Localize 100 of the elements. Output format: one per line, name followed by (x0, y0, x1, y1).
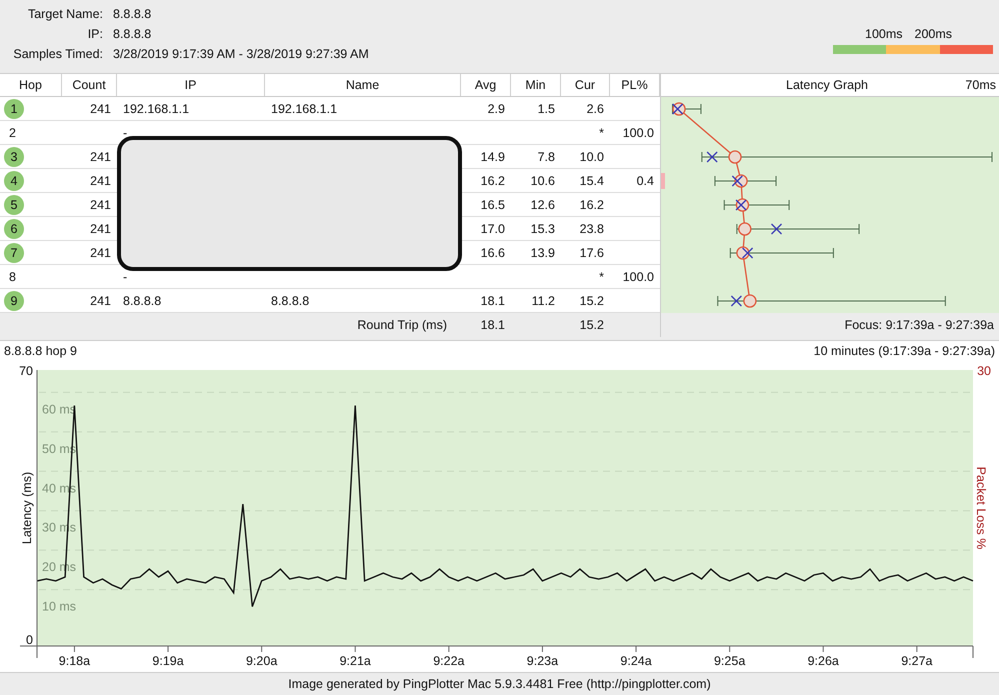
avg-point (736, 198, 750, 212)
min-cell: 13.9 (530, 246, 555, 260)
legend-label: 100ms (865, 26, 903, 42)
range-bar (714, 176, 777, 186)
cur-point (732, 176, 743, 186)
cur-point (706, 152, 718, 162)
x-tick-label: 9:23a (526, 654, 558, 668)
ip-cell: - (123, 270, 128, 284)
min-cell: 11.2 (532, 294, 555, 308)
hop-number: 8 (8, 270, 16, 284)
min-cell: 12.6 (530, 198, 555, 212)
column-header[interactable]: IP (117, 74, 265, 96)
hop-badge: 4 (4, 170, 24, 190)
min-cell: 15.3 (530, 222, 555, 236)
avg-point (728, 150, 742, 164)
footer-note: Image generated by PingPlotter Mac 5.9.3.4481 Free (http://pingplotter.com) (288, 677, 711, 691)
focus-range: Focus: 9:17:39a - 9:27:39a (844, 318, 994, 332)
avg-point (734, 174, 748, 188)
min-cell: 7.8 (538, 150, 555, 164)
name-cell: 8.8.8.8 (271, 294, 310, 308)
loss-axis-label: Packet Loss % (974, 466, 988, 550)
range-bar (724, 200, 790, 210)
count-cell: 241 (90, 174, 111, 188)
avg-cell: 16.5 (480, 198, 505, 212)
y-tick-label: 10 ms (42, 600, 76, 614)
hop-badge: 5 (4, 194, 24, 214)
chart-title: 8.8.8.8 hop 9 (4, 344, 77, 358)
cur-point (672, 104, 684, 114)
avg-point (672, 102, 686, 116)
scale-label: 70ms (965, 78, 996, 92)
y-axis-min: 0 (26, 633, 33, 647)
x-tick-label: 9:27a (901, 654, 932, 668)
loss-marker (661, 173, 665, 189)
avg-cell: 18.1 (480, 318, 505, 332)
column-header[interactable]: Avg (461, 74, 511, 96)
time-range: 10 minutes (9:17:39a - 9:27:39a) (814, 344, 995, 358)
graph-title: Latency Graph (786, 78, 868, 92)
avg-point (736, 246, 750, 260)
column-header[interactable]: PL% (610, 74, 660, 96)
x-tick-label: 9:26a (808, 654, 839, 668)
x-tick-label: 9:18a (58, 654, 90, 668)
hop-badge: 6 (4, 218, 24, 238)
avg-cell: 18.1 (480, 294, 505, 308)
cur-cell: 15.2 (580, 318, 604, 332)
hop-number: 2 (8, 126, 16, 140)
avg-cell: 17.0 (480, 222, 505, 236)
cur-cell: 17.6 (580, 246, 604, 260)
column-header[interactable]: Hop (0, 74, 62, 96)
count-cell: 241 (90, 198, 111, 212)
field-value: 8.8.8.8 (113, 6, 152, 22)
hop-badge: 7 (4, 242, 24, 262)
count-cell: 241 (90, 246, 111, 260)
avg-cell: 14.9 (480, 150, 505, 164)
y-axis-label: Latency (ms) (20, 472, 34, 544)
cur-point (742, 248, 754, 258)
field-label: IP: (86, 26, 103, 42)
x-tick-label: 9:25a (714, 654, 746, 668)
cur-point (730, 296, 742, 306)
cur-point (736, 200, 747, 210)
field-label: Target Name: (26, 6, 103, 22)
column-header[interactable]: Name (265, 74, 461, 96)
ip-cell: 8.8.8.8 (123, 294, 162, 308)
avg-cell: 16.2 (480, 174, 505, 188)
count-cell: 241 (90, 222, 111, 236)
cur-cell: * (599, 126, 604, 140)
cur-cell: 15.2 (580, 294, 604, 308)
cur-point (771, 224, 782, 234)
x-tick-label: 9:19a (152, 654, 184, 668)
y-axis-max: 70 (19, 364, 33, 378)
x-tick-label: 9:20a (246, 654, 278, 668)
field-value: 3/28/2019 9:17:39 AM - 3/28/2019 9:27:39 AM (113, 46, 369, 62)
avg-point (743, 294, 757, 308)
loss-axis-max: 30 (977, 364, 991, 378)
column-header[interactable]: Min (511, 74, 561, 96)
ip-cell: 192.168.1.1 (123, 102, 190, 116)
avg-point (738, 222, 752, 236)
loss-cell: 100.0 (622, 270, 654, 284)
count-cell: 241 (90, 150, 111, 164)
count-cell: 241 (90, 294, 111, 308)
cur-cell: 2.6 (586, 102, 604, 116)
field-value: 8.8.8.8 (113, 26, 152, 42)
min-cell: 1.5 (538, 102, 555, 116)
hop-badge: 1 (4, 98, 24, 118)
field-label: Samples Timed: (12, 46, 103, 62)
hop-badge: 9 (4, 290, 24, 310)
name-cell: 192.168.1.1 (271, 102, 338, 116)
loss-cell: 0.4 (636, 174, 654, 188)
x-tick-label: 9:22a (433, 654, 464, 668)
min-cell: 10.6 (530, 174, 555, 188)
range-bar (672, 104, 702, 114)
avg-cell: 2.9 (488, 102, 505, 116)
cur-cell: 16.2 (580, 198, 604, 212)
count-cell: 241 (90, 102, 111, 116)
cur-cell: 10.0 (580, 150, 604, 164)
column-header[interactable]: Cur (561, 74, 610, 96)
round-trip-label: Round Trip (ms) (357, 318, 447, 332)
hop-badge: 3 (4, 146, 24, 166)
column-header[interactable]: Count (62, 74, 117, 96)
cur-cell: 23.8 (580, 222, 604, 236)
loss-cell: 100.0 (622, 126, 654, 140)
